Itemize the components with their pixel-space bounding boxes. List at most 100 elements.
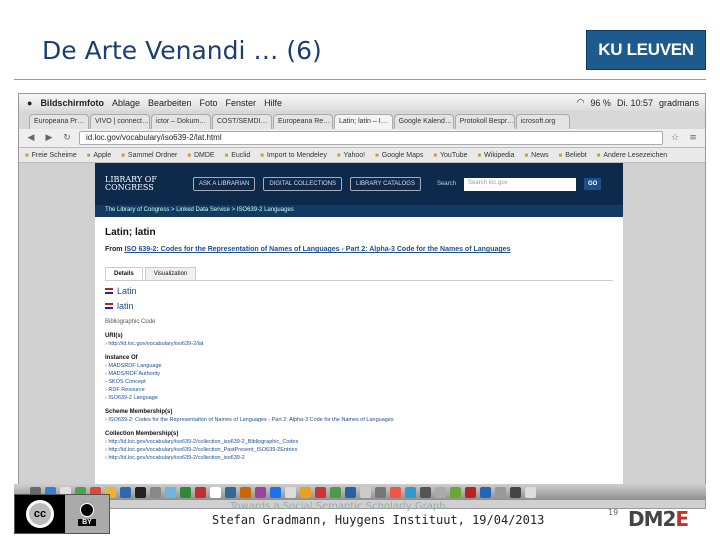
dock-app-icon[interactable] [300, 486, 311, 498]
uri-link[interactable]: http://id.loc.gov/vocabulary/iso639-2/la… [105, 341, 613, 347]
dock-app-icon[interactable] [480, 486, 491, 498]
bookmark[interactable]: Sammel Ordner [121, 152, 177, 159]
browser-tab[interactable]: Google Kalend… [393, 114, 454, 129]
flag-en-icon [105, 288, 113, 294]
browser-tab[interactable]: ictor – Dokum… [151, 114, 211, 129]
menu-fenster[interactable]: Fenster [226, 98, 257, 108]
bibliographic-code: Bibliographic Code [105, 319, 156, 325]
scheme-item-link[interactable]: ISO639-2: Codes for the Representation o… [105, 417, 613, 423]
label-fr: latin [117, 301, 134, 311]
bookmark[interactable]: Yahoo! [337, 152, 365, 159]
dock-app-icon[interactable] [330, 486, 341, 498]
browser-tab[interactable]: Europeana Re… [273, 114, 333, 129]
instance-link[interactable]: MADS/RDF Authority [105, 371, 613, 377]
flag-fr-icon [105, 303, 113, 309]
browser-tab[interactable]: COST/SEMDI… [212, 114, 272, 129]
bookmark[interactable]: Wikipedia [478, 152, 514, 159]
reload-icon[interactable]: ↻ [61, 133, 73, 143]
dock-app-icon[interactable] [450, 486, 461, 498]
instance-link[interactable]: MADSRDF Language [105, 363, 613, 369]
instance-link[interactable]: SKOS Concept [105, 379, 613, 385]
go-button[interactable]: GO [583, 178, 602, 190]
loc-header: LIBRARY OF CONGRESS ASK A LIBRARIAN DIGI… [95, 163, 623, 205]
menu-icon[interactable]: ≡ [687, 133, 699, 143]
dock-app-icon[interactable] [195, 486, 206, 498]
dock-app-icon[interactable] [465, 486, 476, 498]
scheme-link[interactable]: ISO 639-2: Codes for the Representation … [124, 246, 510, 253]
dock-app-icon[interactable] [270, 486, 281, 498]
menu-app-name[interactable]: Bildschirmfoto [40, 98, 104, 108]
bookmarks-bar: Freie Scheime Apple Sammel Ordner DMDE E… [19, 148, 705, 163]
menu-ablage[interactable]: Ablage [112, 98, 140, 108]
browser-tab-active[interactable]: Latin; latin – I… [334, 114, 393, 129]
menu-hilfe[interactable]: Hilfe [264, 98, 282, 108]
browser-viewport: LIBRARY OF CONGRESS ASK A LIBRARIAN DIGI… [19, 163, 705, 508]
dock-app-icon[interactable] [525, 486, 536, 498]
dock-app-icon[interactable] [240, 486, 251, 498]
cc-by-license-badge: cc BY [14, 494, 110, 534]
search-input[interactable]: Search loc.gov [463, 177, 576, 191]
dock-app-icon[interactable] [510, 486, 521, 498]
clock[interactable]: Di. 10:57 [617, 98, 653, 108]
menu-bearbeiten[interactable]: Bearbeiten [148, 98, 192, 108]
dock-app-icon[interactable] [390, 486, 401, 498]
dock-app-icon[interactable] [345, 486, 356, 498]
mac-menubar: ● Bildschirmfoto Ablage Bearbeiten Foto … [19, 94, 705, 111]
bookmark[interactable]: Google Maps [375, 152, 424, 159]
tab-details[interactable]: Details [105, 267, 143, 280]
bookmark[interactable]: Apple [87, 152, 111, 159]
library-catalogs-button[interactable]: LIBRARY CATALOGS [350, 177, 421, 191]
browser-tab[interactable]: icrosoft.org [515, 114, 570, 129]
digital-collections-button[interactable]: DIGITAL COLLECTIONS [263, 177, 343, 191]
dock-app-icon[interactable] [165, 486, 176, 498]
dock-app-icon[interactable] [150, 486, 161, 498]
tab-visualization[interactable]: Visualization [144, 267, 197, 280]
user-name[interactable]: gradmans [659, 98, 699, 108]
star-icon[interactable]: ☆ [669, 133, 681, 143]
ask-librarian-button[interactable]: ASK A LIBRARIAN [193, 177, 256, 191]
person-icon [80, 502, 94, 517]
instance-link[interactable]: ISO639-2 Language [105, 395, 613, 401]
dock-app-icon[interactable] [315, 486, 326, 498]
instance-heading: Instance Of [105, 355, 138, 361]
wifi-icon[interactable]: ◠ [577, 97, 585, 108]
embedded-screenshot: ● Bildschirmfoto Ablage Bearbeiten Foto … [18, 93, 706, 509]
browser-tab[interactable]: Protokoll Bespr… [454, 114, 515, 129]
instance-link[interactable]: RDF Resource [105, 387, 613, 393]
dock-app-icon[interactable] [255, 486, 266, 498]
collection-link[interactable]: http://id.loc.gov/vocabulary/iso639-2/co… [105, 447, 613, 453]
dock-app-icon[interactable] [285, 486, 296, 498]
bookmark[interactable]: Freie Scheime [25, 152, 77, 159]
dock-app-icon[interactable] [435, 486, 446, 498]
loc-content: Latin; latin From ISO 639-2: Codes for t… [95, 217, 623, 467]
forward-icon[interactable]: ▶ [43, 133, 55, 143]
bookmark[interactable]: News [525, 152, 549, 159]
collection-link[interactable]: http://id.loc.gov/vocabulary/iso639-2/co… [105, 455, 613, 461]
browser-tab[interactable]: VIVO | connect… [90, 114, 150, 129]
bookmark[interactable]: Andere Lesezeichen [597, 152, 667, 159]
apple-icon[interactable]: ● [27, 98, 32, 108]
breadcrumb[interactable]: The Library of Congress > Linked Data Se… [95, 205, 623, 217]
battery-status[interactable]: 96 % [590, 98, 611, 108]
dock-app-icon[interactable] [405, 486, 416, 498]
dock-app-icon[interactable] [180, 486, 191, 498]
menu-foto[interactable]: Foto [200, 98, 218, 108]
dock-app-icon[interactable] [135, 486, 146, 498]
bookmark[interactable]: Euclid [225, 152, 250, 159]
dock-app-icon[interactable] [420, 486, 431, 498]
dock-app-icon[interactable] [210, 486, 221, 498]
back-icon[interactable]: ◀ [25, 133, 37, 143]
url-input[interactable]: id.loc.gov/vocabulary/iso639-2/lat.html [79, 131, 663, 145]
dock-app-icon[interactable] [360, 486, 371, 498]
loc-logo[interactable]: LIBRARY OF CONGRESS [105, 176, 185, 192]
bookmark[interactable]: DMDE [187, 152, 215, 159]
dock-app-icon[interactable] [495, 486, 506, 498]
collection-link[interactable]: http://id.loc.gov/vocabulary/iso639-2/co… [105, 439, 613, 445]
dock-app-icon[interactable] [375, 486, 386, 498]
dock-app-icon[interactable] [225, 486, 236, 498]
bookmark[interactable]: Import to Mendeley [260, 152, 327, 159]
bookmark[interactable]: YouTube [433, 152, 468, 159]
bookmark[interactable]: Beliebt [559, 152, 586, 159]
browser-tab[interactable]: Europeana Pr… [29, 114, 89, 129]
dock-app-icon[interactable] [120, 486, 131, 498]
